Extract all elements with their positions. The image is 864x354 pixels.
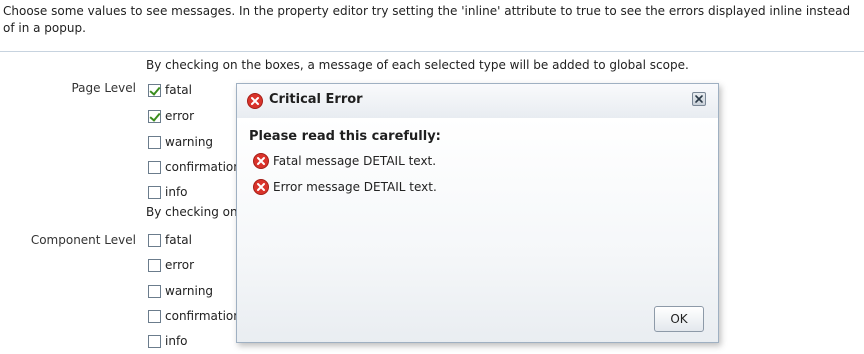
component-warning-checkbox[interactable]	[148, 284, 161, 298]
dialog-title: Critical Error	[269, 92, 363, 107]
dialog-message-item: Fatal message DETAIL text.	[253, 152, 436, 170]
page-confirmation-checkbox[interactable]	[148, 160, 161, 174]
component-error-checkbox[interactable]	[148, 258, 161, 272]
page-fatal-label: fatal	[165, 83, 192, 97]
component-warning-label: warning	[165, 284, 214, 298]
page-level-description: By checking on the boxes, a message of e…	[146, 58, 689, 72]
component-warning-option[interactable]: warning	[148, 280, 213, 302]
component-fatal-checkbox[interactable]	[148, 233, 161, 247]
page-level-label: Page Level	[71, 81, 136, 95]
component-confirmation-option[interactable]: confirmation	[148, 305, 241, 327]
error-icon	[253, 153, 269, 169]
close-icon[interactable]	[692, 92, 706, 106]
page-fatal-checkbox[interactable]	[148, 83, 161, 97]
fatal-message-text: Fatal message DETAIL text.	[273, 154, 437, 168]
intro-text: Choose some values to see messages. In t…	[0, 0, 864, 52]
component-error-option[interactable]: error	[148, 254, 194, 276]
page-confirmation-label: confirmation	[165, 160, 241, 174]
error-icon	[247, 93, 263, 109]
dialog-heading: Please read this carefully:	[249, 129, 441, 144]
component-info-checkbox[interactable]	[148, 334, 161, 348]
page-error-checkbox[interactable]	[148, 109, 161, 123]
page-confirmation-option[interactable]: confirmation	[148, 156, 241, 178]
page-warning-checkbox[interactable]	[148, 135, 161, 149]
page-info-option[interactable]: info	[148, 181, 188, 203]
page-info-checkbox[interactable]	[148, 185, 161, 199]
component-info-label: info	[165, 334, 188, 348]
page-warning-option[interactable]: warning	[148, 131, 213, 153]
component-info-option[interactable]: info	[148, 330, 188, 352]
error-message-text: Error message DETAIL text.	[273, 180, 437, 194]
page-info-label: info	[165, 185, 188, 199]
dialog-body: Please read this carefully: Fatal messag…	[237, 118, 718, 342]
page-fatal-option[interactable]: fatal	[148, 79, 192, 101]
ok-button[interactable]: OK	[654, 306, 704, 332]
component-fatal-label: fatal	[165, 233, 192, 247]
page-error-option[interactable]: error	[148, 105, 194, 127]
page-warning-label: warning	[165, 135, 214, 149]
page-error-label: error	[165, 109, 195, 123]
component-confirmation-checkbox[interactable]	[148, 309, 161, 323]
component-confirmation-label: confirmation	[165, 309, 241, 323]
component-level-label: Component Level	[30, 233, 136, 247]
error-icon	[253, 179, 269, 195]
dialog-message-item: Error message DETAIL text.	[253, 178, 437, 196]
dialog-header[interactable]: Critical Error	[237, 84, 718, 118]
component-error-label: error	[165, 258, 195, 272]
component-fatal-option[interactable]: fatal	[148, 229, 192, 251]
critical-error-dialog: Critical Error Please read this carefull…	[236, 83, 719, 343]
